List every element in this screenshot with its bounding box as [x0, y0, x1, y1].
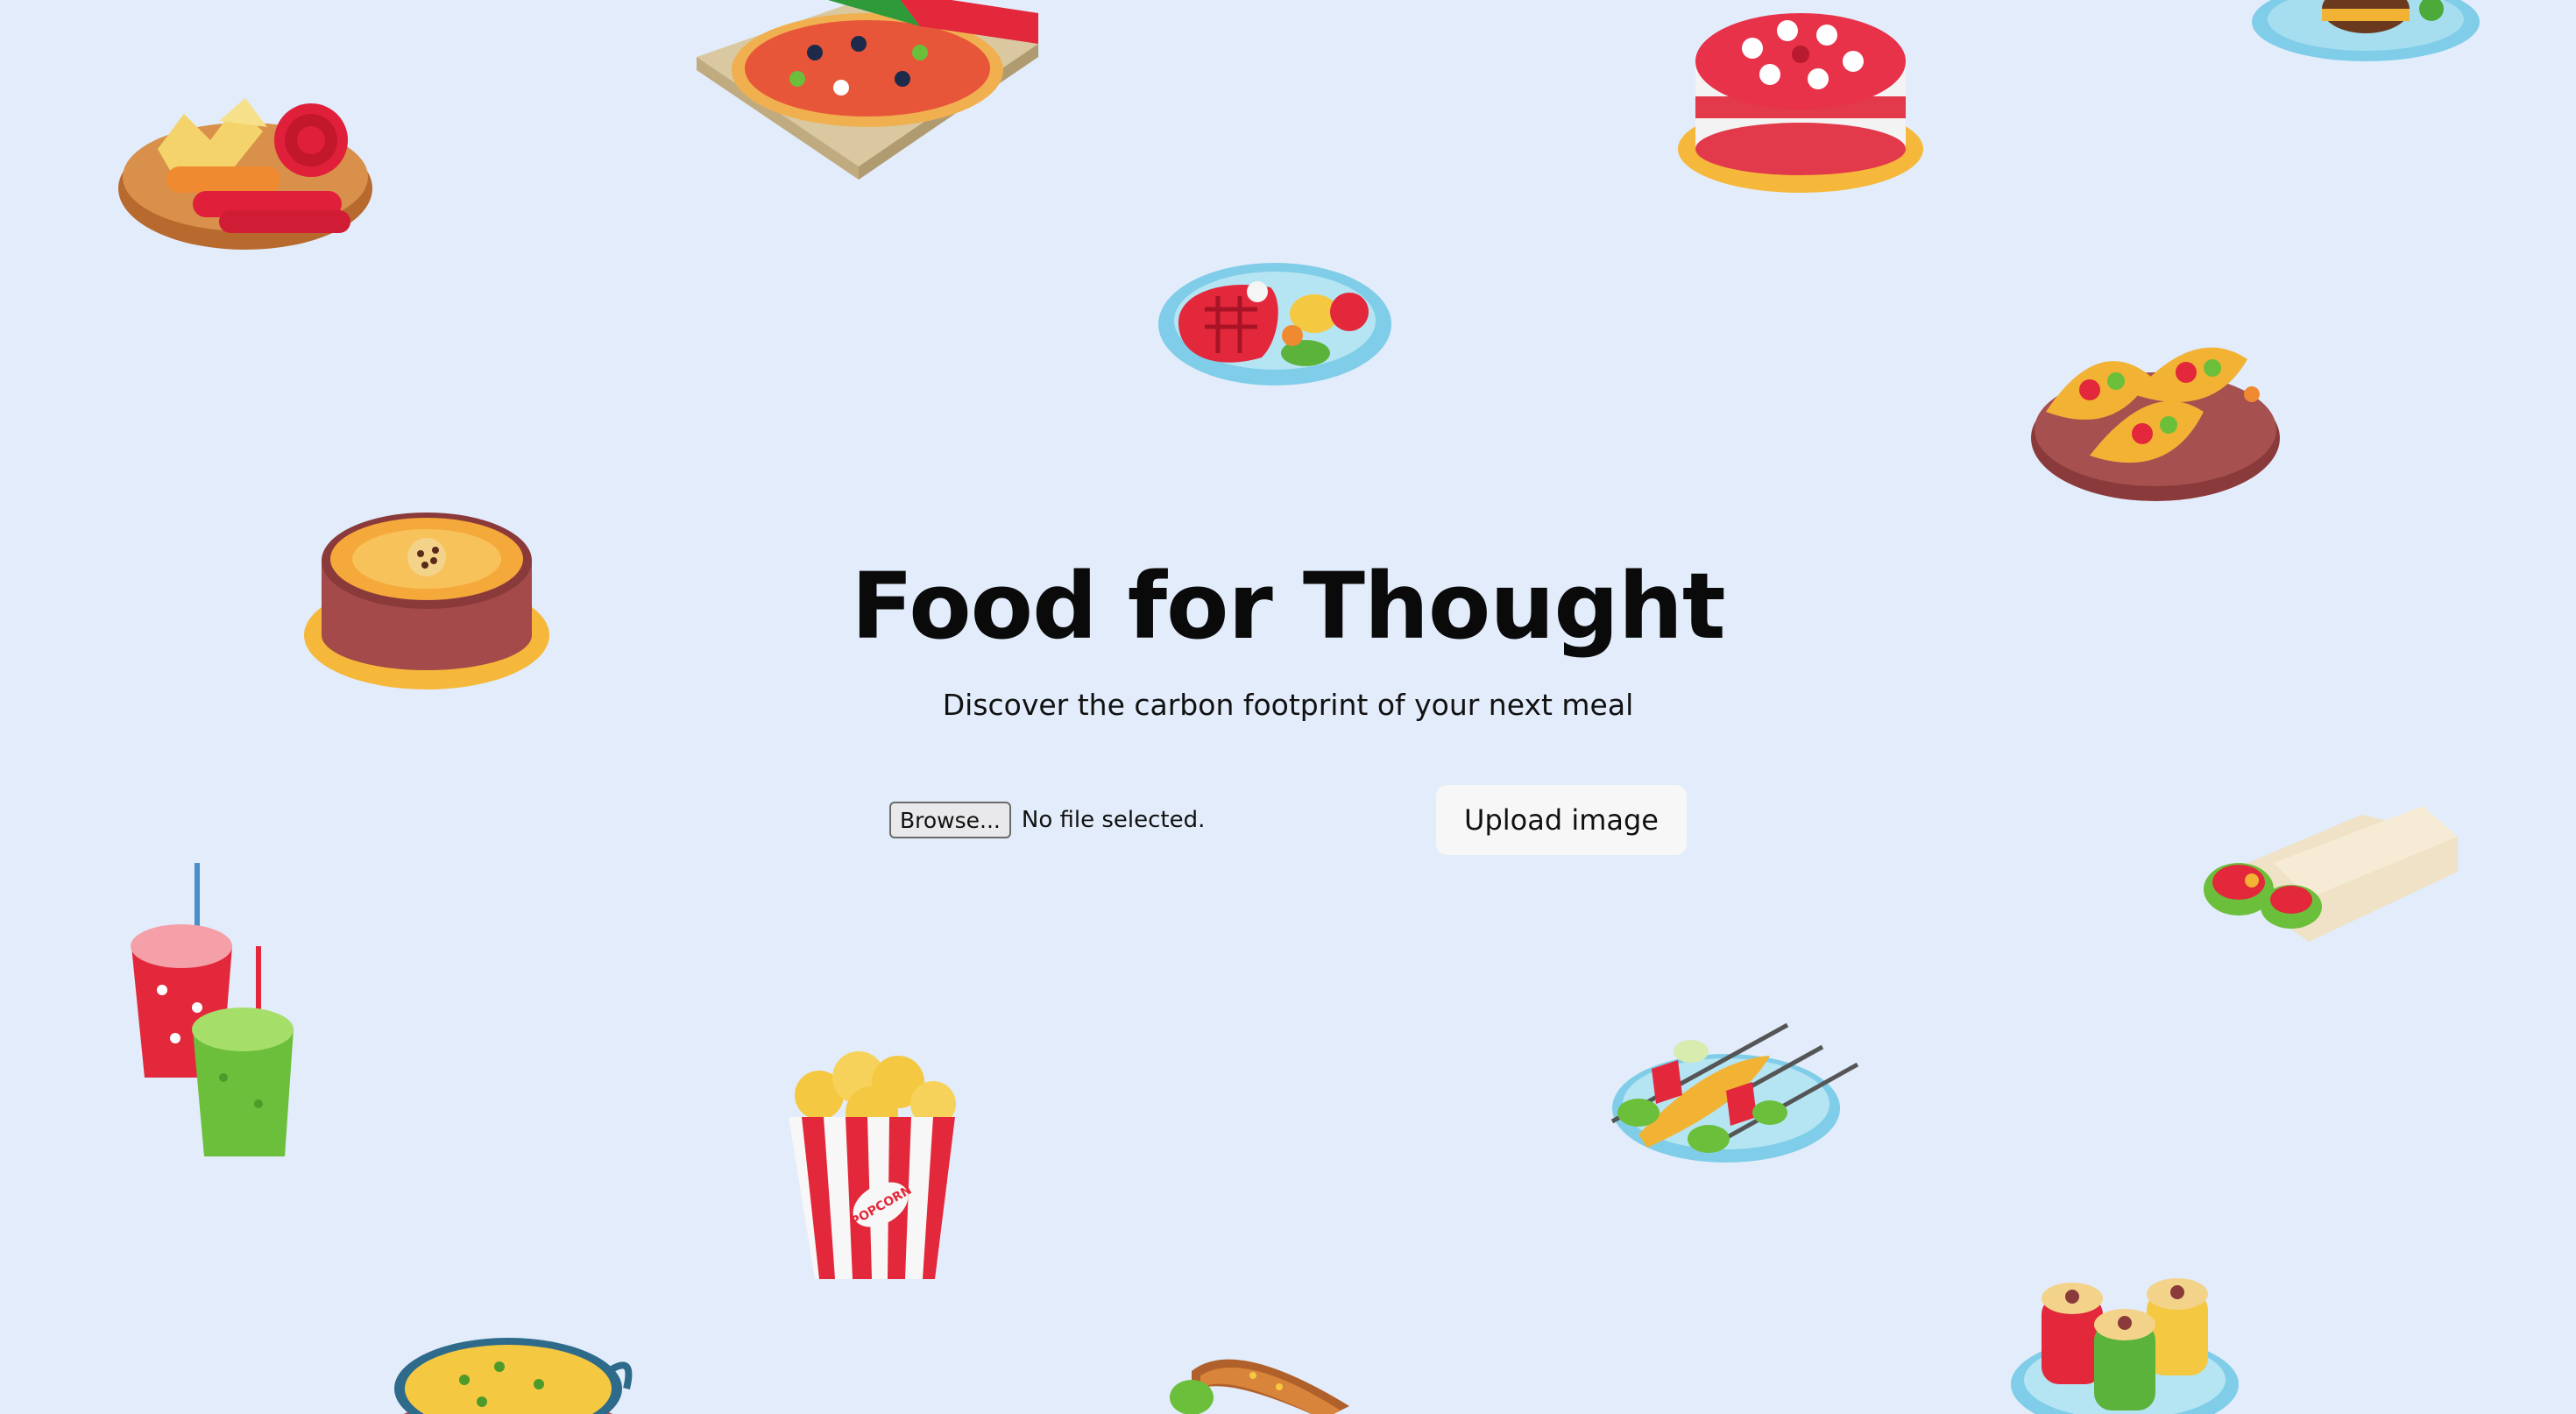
sausage-platter-icon [118, 98, 372, 250]
pizza-box-icon [697, 0, 1038, 180]
popcorn-icon: POPCORN [789, 1051, 956, 1279]
page-title: Food for Thought [851, 553, 1725, 660]
tacos-board-icon [2031, 347, 2280, 501]
smoothie-cups-icon [131, 863, 294, 1156]
burrito-wraps-icon [2204, 806, 2458, 942]
page-subtitle: Discover the carbon footprint of your ne… [942, 688, 1634, 722]
file-status-label: No file selected. [1021, 807, 1206, 833]
file-input[interactable]: Browse... No file selected. [889, 801, 1205, 839]
grilled-skewers-icon [1610, 1022, 1859, 1163]
soup-pot-icon [394, 1338, 633, 1414]
upload-image-button[interactable]: Upload image [1436, 785, 1687, 855]
browse-button[interactable]: Browse... [889, 802, 1011, 838]
burger-plate-icon [2252, 0, 2480, 61]
steak-plate-icon [1158, 263, 1391, 385]
hot-dog-icon [1170, 1359, 1349, 1414]
stuffed-peppers-icon [2011, 1278, 2239, 1414]
strawberry-cake-icon [1678, 13, 1923, 193]
